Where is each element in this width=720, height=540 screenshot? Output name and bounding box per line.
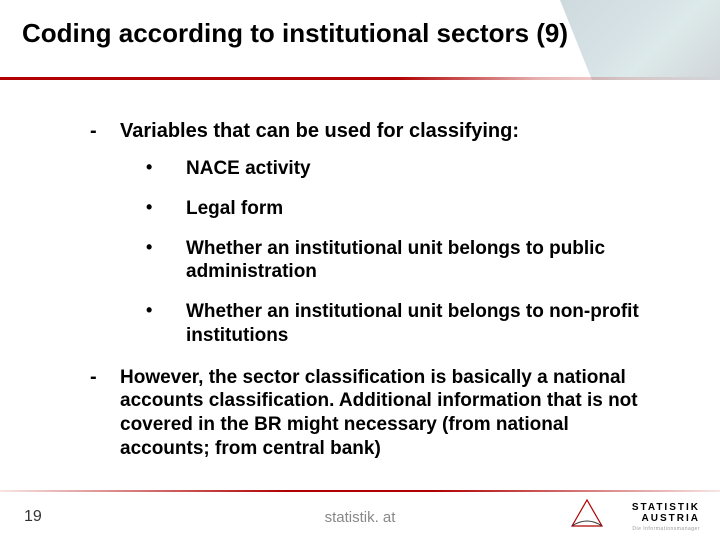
dash-icon: - [90, 366, 120, 461]
logo-text: STATISTIK AUSTRIA [570, 502, 700, 524]
bullet-text: Whether an institutional unit belongs to… [186, 237, 660, 285]
list-item: • NACE activity [146, 157, 660, 181]
bullet-icon: • [146, 197, 186, 221]
title-underline [0, 77, 720, 80]
footer: 19 statistik. at STATISTIK AUSTRIA Die I… [0, 490, 720, 540]
list-item: • Whether an institutional unit belongs … [146, 300, 660, 348]
section-lead: Variables that can be used for classifyi… [120, 120, 660, 143]
list-item: - Variables that can be used for classif… [90, 120, 660, 143]
dash-icon: - [90, 120, 120, 143]
section-text: However, the sector classification is ba… [120, 366, 660, 461]
bullet-text: NACE activity [186, 157, 660, 181]
footer-site: statistik. at [325, 509, 396, 526]
slide-title: Coding according to institutional sector… [22, 18, 720, 49]
title-bar: Coding according to institutional sector… [0, 0, 720, 80]
list-item: - However, the sector classification is … [90, 366, 660, 461]
logo: STATISTIK AUSTRIA Die Informationsmanage… [570, 496, 700, 534]
bullet-icon: • [146, 237, 186, 285]
bullet-icon: • [146, 157, 186, 181]
list-item: • Whether an institutional unit belongs … [146, 237, 660, 285]
bullet-icon: • [146, 300, 186, 348]
footer-divider [0, 490, 720, 492]
bullet-text: Legal form [186, 197, 660, 221]
content-area: - Variables that can be used for classif… [0, 80, 720, 461]
slide: Coding according to institutional sector… [0, 0, 720, 540]
page-number: 19 [24, 508, 42, 526]
list-item: • Legal form [146, 197, 660, 221]
bullet-list: • NACE activity • Legal form • Whether a… [146, 157, 660, 348]
bullet-text: Whether an institutional unit belongs to… [186, 300, 660, 348]
logo-subtext: Die Informationsmanager [632, 526, 700, 532]
